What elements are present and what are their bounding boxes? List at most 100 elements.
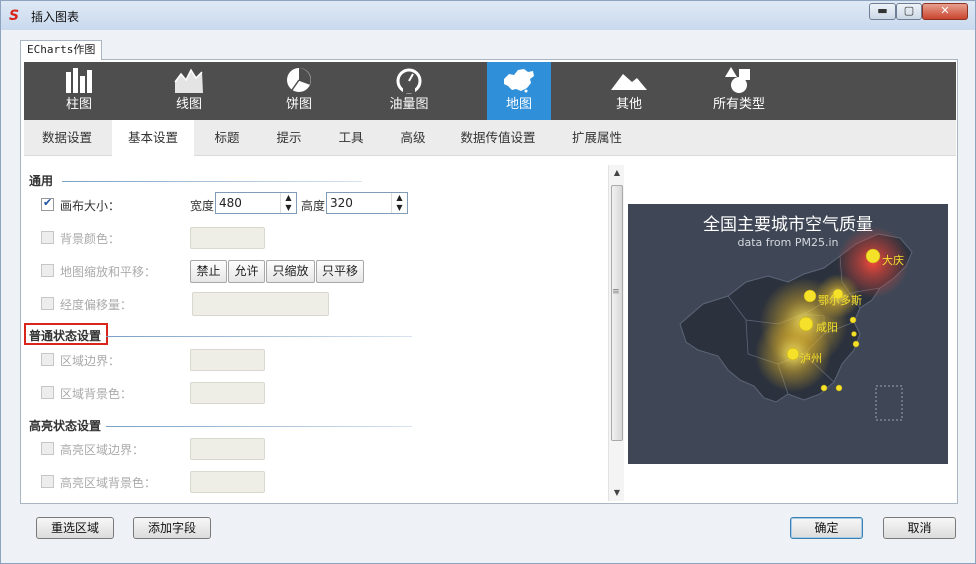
- line-chart-icon: [174, 68, 203, 93]
- chart-type-map-item[interactable]: 地图: [487, 62, 551, 120]
- mountain-icon: [611, 74, 647, 90]
- chart-type-label: 饼图: [285, 97, 312, 112]
- preview-city-label: 鄂尔多斯: [818, 293, 862, 307]
- hl-border-label: 高亮区域边界：: [60, 443, 145, 457]
- tab-tooltip[interactable]: 提示: [264, 120, 314, 156]
- region-border-label: 区域边界：: [60, 354, 121, 368]
- tab-advanced[interactable]: 高级: [388, 120, 438, 156]
- chart-type-bar-item[interactable]: 柱图: [52, 62, 106, 120]
- tab-title[interactable]: 标题: [202, 120, 252, 156]
- tab-toolbox[interactable]: 工具: [326, 120, 376, 156]
- preview-city-label: 咸阳: [816, 321, 838, 334]
- tab-basic-settings[interactable]: 基本设置: [112, 120, 194, 156]
- chart-type-label: 地图: [505, 97, 532, 112]
- zoom-pan-label: 地图缩放和平移：: [60, 265, 157, 279]
- city-point: [803, 289, 817, 303]
- stepper-arrows-icon[interactable]: ▲ ▼: [280, 193, 296, 213]
- grip-icon: ≡: [612, 287, 620, 297]
- hl-border-picker[interactable]: [190, 438, 265, 460]
- scroll-thumb[interactable]: [611, 185, 623, 441]
- zoom-pan-allow-button[interactable]: 允许: [228, 260, 265, 283]
- window-title: 插入图表: [31, 10, 80, 24]
- preview-city-label: 大庆: [882, 253, 904, 267]
- city-point: [798, 316, 814, 332]
- hl-bg-checkbox[interactable]: [41, 475, 54, 488]
- bg-color-picker[interactable]: [190, 227, 265, 249]
- section-general-title: 通用: [29, 174, 54, 188]
- city-point: [820, 384, 828, 392]
- map-preview: 全国主要城市空气质量 data from PM25.in 大庆 鄂尔多斯 咸阳 …: [628, 204, 948, 464]
- close-button[interactable]: ✕: [922, 3, 968, 20]
- hl-border-checkbox[interactable]: [41, 442, 54, 455]
- chart-type-bar: 柱图 线图 饼图 油量图 地图 其他 所有类型: [24, 62, 956, 120]
- minimize-button[interactable]: ▬: [869, 3, 896, 20]
- zoom-only-button[interactable]: 只缩放: [266, 260, 315, 283]
- chart-type-label: 线图: [175, 97, 202, 112]
- chart-type-label: 所有类型: [712, 97, 765, 112]
- settings-tabs: 数据设置 基本设置 标题 提示 工具 高级 数据传值设置 扩展属性: [24, 120, 956, 156]
- chart-type-pie-item[interactable]: 饼图: [272, 62, 326, 120]
- region-border-checkbox[interactable]: [41, 353, 54, 366]
- lon-offset-input[interactable]: [192, 292, 329, 316]
- width-stepper[interactable]: 480 ▲ ▼: [215, 192, 297, 214]
- height-value: 320: [330, 196, 353, 210]
- section-normal-title: 普通状态设置: [29, 329, 102, 343]
- canvas-size-label: 画布大小：: [60, 199, 121, 213]
- city-point: [835, 384, 843, 392]
- china-map-icon: [504, 69, 534, 93]
- pie-chart-icon: [287, 68, 311, 92]
- city-point: [786, 347, 800, 361]
- city-point: [865, 248, 881, 264]
- city-point: [852, 340, 860, 348]
- tab-echarts[interactable]: ECharts作图: [20, 40, 102, 60]
- zoom-pan-checkbox[interactable]: [41, 264, 54, 277]
- width-label: 宽度: [190, 199, 215, 213]
- chart-type-gauge-item[interactable]: 油量图: [380, 62, 438, 120]
- lon-offset-checkbox[interactable]: [41, 297, 54, 310]
- region-border-picker[interactable]: [190, 349, 265, 371]
- region-bg-picker[interactable]: [190, 382, 265, 404]
- zoom-pan-forbid-button[interactable]: 禁止: [190, 260, 227, 283]
- chart-type-all-item[interactable]: 所有类型: [708, 62, 770, 120]
- city-point: [851, 331, 857, 337]
- preview-city-label: 泸州: [800, 352, 822, 365]
- height-stepper[interactable]: 320 ▲ ▼: [326, 192, 408, 214]
- reselect-region-button[interactable]: 重选区域: [36, 517, 114, 539]
- section-highlight-title: 高亮状态设置: [29, 419, 102, 433]
- app-icon: S: [9, 8, 20, 24]
- chart-type-other-item[interactable]: 其他: [602, 62, 656, 120]
- scroll-down-icon[interactable]: ▼: [609, 485, 625, 501]
- cancel-button[interactable]: 取消: [883, 517, 956, 539]
- region-bg-label: 区域背景色：: [60, 387, 133, 401]
- section-divider: [106, 426, 412, 427]
- pan-only-button[interactable]: 只平移: [316, 260, 364, 283]
- section-divider: [106, 336, 412, 337]
- settings-scrollbar[interactable]: ▲ ≡ ▼: [608, 165, 624, 501]
- bg-color-label: 背景颜色：: [60, 232, 121, 246]
- chart-type-line-item[interactable]: 线图: [162, 62, 216, 120]
- maximize-button[interactable]: ▢: [896, 3, 922, 20]
- bar-chart-icon: [66, 68, 92, 93]
- chart-type-label: 柱图: [65, 97, 92, 112]
- chart-type-label: 油量图: [389, 97, 429, 112]
- region-bg-checkbox[interactable]: [41, 386, 54, 399]
- china-map-graphic: 大庆 鄂尔多斯 咸阳 泸州: [679, 226, 913, 421]
- height-label: 高度: [301, 199, 326, 213]
- tab-ext-props[interactable]: 扩展属性: [560, 120, 634, 156]
- chart-type-label: 其他: [615, 97, 642, 112]
- lon-offset-label: 经度偏移量：: [60, 298, 133, 312]
- ok-button[interactable]: 确定: [790, 517, 863, 539]
- tab-data-pass[interactable]: 数据传值设置: [452, 120, 544, 156]
- canvas-size-checkbox[interactable]: [41, 196, 54, 211]
- stepper-arrows-icon[interactable]: ▲ ▼: [391, 193, 407, 213]
- width-value: 480: [219, 196, 242, 210]
- map-region: [875, 385, 903, 421]
- window-titlebar: S 插入图表 ▬ ▢ ✕: [0, 0, 976, 30]
- city-point: [849, 316, 857, 324]
- hl-bg-label: 高亮区域背景色：: [60, 476, 157, 490]
- hl-bg-picker[interactable]: [190, 471, 265, 493]
- tab-data-settings[interactable]: 数据设置: [30, 120, 104, 156]
- add-field-button[interactable]: 添加字段: [133, 517, 211, 539]
- scroll-up-icon[interactable]: ▲: [609, 165, 625, 181]
- bg-color-checkbox[interactable]: [41, 231, 54, 244]
